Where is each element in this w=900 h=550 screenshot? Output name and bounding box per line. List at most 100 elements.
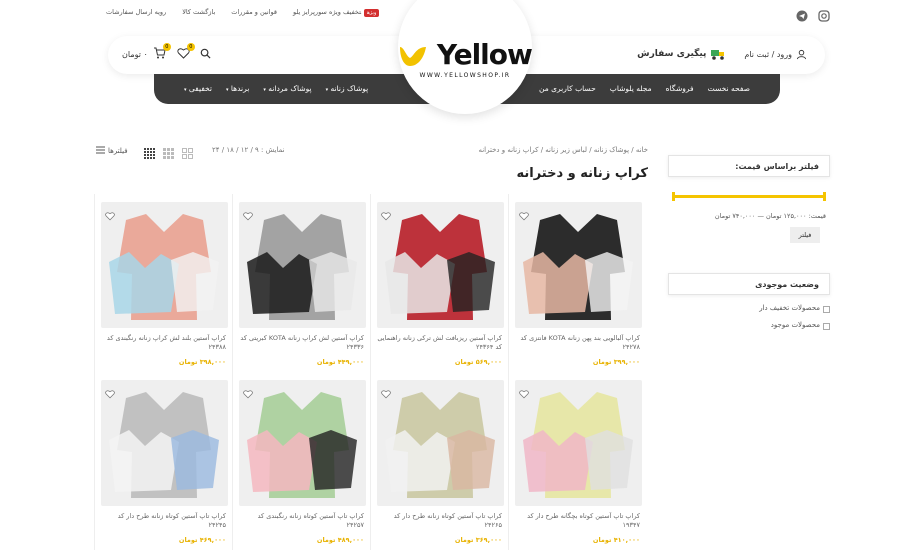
nav-shop[interactable]: فروشگاه — [666, 84, 694, 93]
product-image[interactable] — [377, 202, 504, 328]
heart-icon[interactable] — [519, 206, 529, 221]
price-slider-handle-min[interactable] — [672, 192, 675, 201]
heart-icon[interactable] — [105, 384, 115, 399]
view-mode-switcher — [144, 144, 193, 159]
product-card[interactable]: کراپ تاپ آستین کوتاه بچگانه طرح دار کد ۱… — [508, 372, 646, 550]
product-name[interactable]: کراپ تاپ آستین کوتاه زنانه رنگبندی کد ۲۴… — [239, 512, 364, 531]
product-name[interactable]: کراپ آستین ریزبافت لش ترکی زنانه راهنمای… — [377, 334, 502, 353]
cart-count: 0 — [162, 43, 171, 51]
product-name[interactable]: کراپ آستین لش کراپ زنانه KOTA کبریتی کد … — [239, 334, 364, 353]
top-link-badge-item[interactable]: ویژهتخفیف ویژه سورپرایز یلو — [293, 8, 380, 17]
logo-mark — [398, 38, 437, 71]
filter-apply-button[interactable]: فیلتر — [790, 227, 820, 243]
product-price: ۳۶۹,۰۰۰ تومان — [454, 536, 502, 544]
price-slider[interactable] — [672, 192, 826, 202]
stock-filter-title: وضعیت موجودی — [668, 273, 830, 295]
chevron-down-icon: ▾ — [184, 87, 187, 93]
telegram-icon[interactable] — [796, 7, 808, 22]
product-image[interactable] — [101, 202, 228, 328]
nav-women[interactable]: پوشاک زنانه ▾ — [326, 84, 369, 93]
chevron-down-icon: ▾ — [263, 87, 266, 93]
stock-filter-discounted[interactable]: محصولات تخفیف دار — [668, 304, 830, 313]
product-image[interactable] — [239, 380, 366, 506]
main-nav-right: صفحه نخست فروشگاه مجله یلوشاپ حساب کاربر… — [539, 84, 750, 93]
grid-4-icon[interactable] — [144, 144, 155, 159]
heart-icon[interactable] — [519, 384, 529, 399]
main-nav-left: پوشاک زنانه ▾ پوشاک مردانه ▾ برندها ▾ تخ… — [184, 84, 368, 93]
stock-filter-in-stock[interactable]: محصولات موجود — [668, 321, 830, 330]
product-price: ۳۹۸,۰۰۰ تومان — [178, 358, 226, 366]
product-name[interactable]: کراپ آستین بلند لش کراپ زنانه رنگبندی کد… — [101, 334, 226, 353]
price-filter-title: فیلتر براساس قیمت: — [668, 155, 830, 177]
heart-icon[interactable] — [243, 206, 253, 221]
nav-blog[interactable]: مجله یلوشاپ — [610, 84, 652, 93]
product-name[interactable]: کراپ تاپ آستین کوتاه زنانه طرح دار کد ۲۴… — [101, 512, 226, 531]
product-name[interactable]: کراپ آلبالویی بند پهن زنانه KOTA فانتزی … — [515, 334, 641, 353]
chevron-down-icon: ▾ — [325, 87, 329, 93]
cart-icon-wrap: 0 — [152, 43, 171, 61]
price-slider-track — [672, 195, 826, 198]
heart-icon[interactable] — [381, 206, 391, 221]
top-links: ویژهتخفیف ویژه سورپرایز یلو قوانین و مقر… — [106, 8, 380, 17]
special-badge: ویژه — [364, 9, 380, 17]
heart-icon[interactable] — [243, 384, 253, 399]
nav-men[interactable]: پوشاک مردانه ▾ — [263, 84, 311, 93]
product-image[interactable] — [515, 202, 642, 328]
product-image[interactable] — [377, 380, 504, 506]
login-link[interactable]: ورود / ثبت نام — [744, 49, 807, 60]
grid-3-icon[interactable] — [163, 144, 174, 159]
product-price: ۴۴۹,۰۰۰ تومان — [316, 358, 364, 366]
price-slider-handle-max[interactable] — [823, 192, 826, 201]
wishlist-count: 0 — [186, 43, 195, 51]
breadcrumb[interactable]: خانه / پوشاک زنانه / لباس زیر زنانه / کر… — [478, 146, 648, 154]
search-icon[interactable] — [200, 48, 211, 61]
nav-account[interactable]: حساب کاربری من — [539, 84, 596, 93]
nav-discount[interactable]: تخفیفی ▾ — [184, 84, 212, 93]
product-grid: کراپ آستین بلند لش کراپ زنانه رنگبندی کد… — [94, 194, 646, 550]
cart-button[interactable]: 0 ۰ تومان — [122, 43, 171, 61]
delivery-icon — [711, 50, 725, 60]
header-right: ورود / ثبت نام پیگیری سفارش — [637, 47, 807, 61]
heart-icon[interactable] — [105, 206, 115, 221]
product-name[interactable]: کراپ تاپ آستین کوتاه زنانه طرح دار کد ۲۴… — [377, 512, 502, 531]
social-links — [796, 7, 830, 22]
product-price: ۴۶۹,۰۰۰ تومان — [178, 536, 226, 544]
user-icon — [796, 49, 807, 59]
product-image[interactable] — [101, 380, 228, 506]
wishlist-button[interactable]: 0 — [176, 43, 195, 61]
product-card[interactable]: کراپ تاپ آستین کوتاه زنانه طرح دار کد ۲۴… — [370, 372, 508, 550]
product-card[interactable]: کراپ تاپ آستین کوتاه زنانه رنگبندی کد ۲۴… — [232, 372, 370, 550]
product-card[interactable]: کراپ تاپ آستین کوتاه زنانه طرح دار کد ۲۴… — [94, 372, 232, 550]
top-link-returns[interactable]: بازگشت کالا — [182, 8, 215, 16]
per-page-selector[interactable]: نمایش : ۹ / ۱۲ / ۱۸ / ۲۴ — [212, 146, 285, 154]
product-price: ۳۹۹,۰۰۰ تومان — [592, 358, 640, 366]
product-card[interactable]: کراپ آستین ریزبافت لش ترکی زنانه راهنمای… — [370, 194, 508, 372]
logo-site-url: WWW.YELLOWSHOP.IR — [419, 71, 511, 79]
top-link-shipping[interactable]: رویه ارسال سفارشات — [106, 8, 166, 16]
top-link-rules[interactable]: قوانین و مقررات — [231, 8, 277, 16]
price-range-label: قیمت: ۱۲۵,۰۰۰ تومان — ۷۴۰,۰۰۰ تومان — [714, 212, 826, 220]
chevron-down-icon: ▾ — [225, 87, 229, 93]
product-card[interactable]: کراپ آستین لش کراپ زنانه KOTA کبریتی کد … — [232, 194, 370, 372]
heart-icon[interactable] — [381, 384, 391, 399]
nav-home[interactable]: صفحه نخست — [708, 84, 750, 93]
filter-icon — [96, 146, 105, 156]
logo-word: Yellow — [398, 38, 533, 71]
instagram-icon[interactable] — [818, 7, 830, 22]
product-card[interactable]: کراپ آستین بلند لش کراپ زنانه رنگبندی کد… — [94, 194, 232, 372]
track-order-link[interactable]: پیگیری سفارش — [637, 47, 726, 61]
nav-brands[interactable]: برندها ▾ — [226, 84, 249, 93]
product-price: ۴۱۰,۰۰۰ تومان — [592, 536, 640, 544]
product-name[interactable]: کراپ تاپ آستین کوتاه بچگانه طرح دار کد ۱… — [515, 512, 640, 531]
grid-2-icon[interactable] — [182, 144, 193, 159]
cart-total: ۰ تومان — [122, 49, 148, 59]
filters-toggle[interactable]: فیلترها — [96, 146, 128, 156]
header-left: 0 0 ۰ تومان — [122, 43, 211, 61]
page-title: کراپ زنانه و دخترانه — [516, 166, 649, 181]
product-card[interactable]: کراپ آلبالویی بند پهن زنانه KOTA فانتزی … — [508, 194, 646, 372]
product-price: ۵۶۹,۰۰۰ تومان — [454, 358, 502, 366]
product-price: ۴۸۹,۰۰۰ تومان — [316, 536, 364, 544]
product-image[interactable] — [239, 202, 366, 328]
sidebar: فیلتر براساس قیمت: قیمت: ۱۲۵,۰۰۰ تومان —… — [668, 155, 830, 330]
product-image[interactable] — [515, 380, 642, 506]
